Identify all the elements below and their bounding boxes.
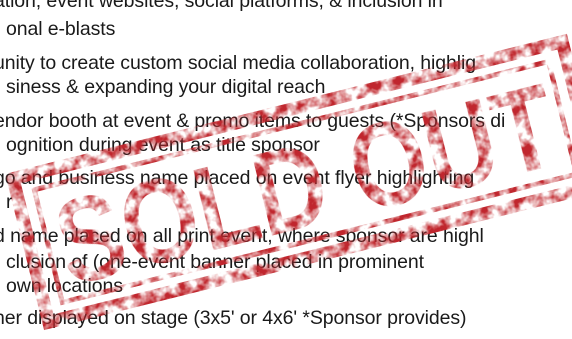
benefit-line: siness & expanding your digital reach bbox=[6, 76, 326, 98]
benefit-line: unity to create custom social media coll… bbox=[0, 52, 476, 74]
benefit-line: onal e-blasts bbox=[6, 18, 116, 40]
benefit-line: ation; event websites, social platforms,… bbox=[0, 0, 443, 12]
sponsorship-benefits-list: ation; event websites, social platforms,… bbox=[0, 0, 572, 339]
benefit-line: ognition during event as title sponsor bbox=[6, 134, 320, 156]
benefit-line: go and business name placed on event fly… bbox=[0, 167, 475, 189]
benefit-line: own locations bbox=[6, 275, 123, 297]
benefit-line: d name placed on all print event, where … bbox=[0, 225, 484, 247]
benefit-line: clusion of (one-event banner placed in p… bbox=[6, 251, 424, 273]
benefit-line: r bbox=[6, 191, 13, 213]
benefit-line: endor booth at event & promo items to gu… bbox=[0, 110, 506, 132]
benefit-line: ner displayed on stage (3x5' or 4x6' *Sp… bbox=[0, 307, 467, 329]
